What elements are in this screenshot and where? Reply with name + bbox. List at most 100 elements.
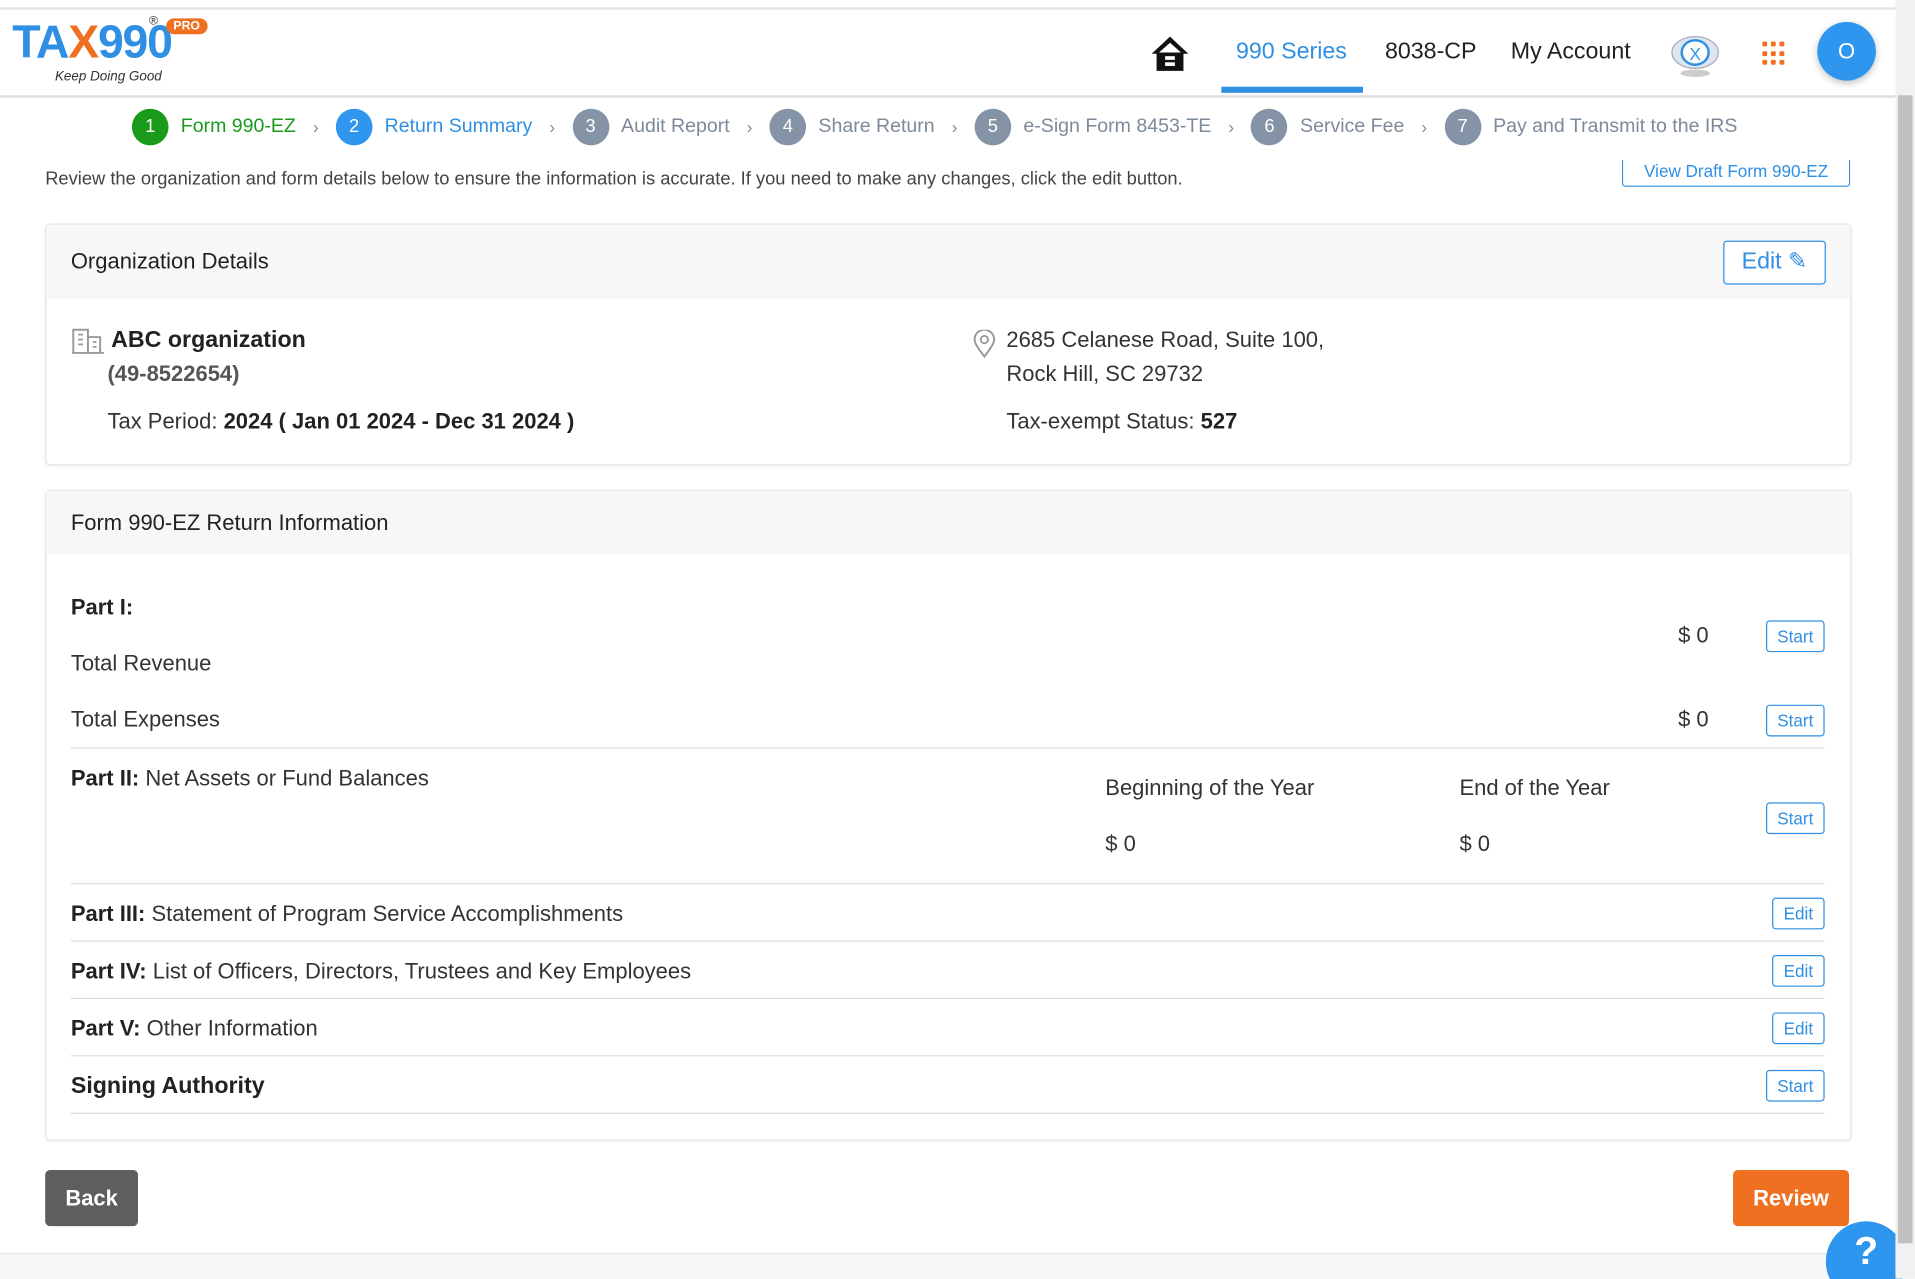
step-label: Pay and Transmit to the IRS [1493,116,1738,137]
part1-label: Part I: [70,594,134,620]
chevron-right-icon: › [746,117,753,137]
nav-8038-cp[interactable]: 8038-CP [1385,39,1477,66]
chevron-right-icon: › [951,117,958,137]
total-revenue-value: $ 0 [1678,622,1709,648]
start-revenue-button[interactable]: Start [1765,620,1825,653]
tax-period-label: Tax Period: [107,409,218,434]
chevron-right-icon: › [549,117,556,137]
home-icon[interactable] [1149,34,1191,73]
edit-label: Edit [1741,249,1782,275]
part2-desc: Net Assets or Fund Balances [145,765,429,791]
step-number: 5 [974,108,1012,146]
step-label: Form 990-EZ [180,116,296,137]
part4-label: Part IV: [70,958,147,984]
avatar[interactable]: O [1817,21,1876,81]
pro-badge: PRO [166,18,208,35]
signing-authority-label: Signing Authority [70,1073,265,1100]
scrollbar-thumb[interactable] [1897,95,1913,1244]
chevron-right-icon: › [1421,117,1428,137]
part3-row: Part III: Statement of Program Service A… [71,901,623,927]
beginning-year-value: $ 0 [1105,831,1136,857]
apps-grid-icon[interactable] [1762,41,1786,66]
logo[interactable]: TAX990 [12,17,173,70]
step-number: 2 [335,108,373,146]
org-ein: (49-8522654) [107,361,240,386]
view-draft-button[interactable]: View Draft Form 990-EZ [1621,159,1851,187]
logo-tagline: Keep Doing Good [54,69,162,85]
total-expenses-value: $ 0 [1678,707,1709,732]
tax-period: Tax Period: 2024 ( Jan 01 2024 - Dec 31 … [107,409,574,435]
location-pin-icon [973,329,996,359]
review-button[interactable]: Review [1733,1170,1850,1227]
step-number: 4 [769,108,807,146]
step-number: 3 [572,108,609,146]
chevron-right-icon: › [1228,117,1235,137]
step-number: 7 [1444,108,1481,146]
start-expenses-button[interactable]: Start [1765,704,1825,737]
part4-row: Part IV: List of Officers, Directors, Tr… [71,959,691,985]
part4-desc: List of Officers, Directors, Trustees an… [152,958,692,984]
divider [70,747,1825,749]
part5-row: Part V: Other Information [71,1016,318,1042]
divider [70,1055,1825,1057]
step-label: Share Return [818,116,935,137]
total-expenses-label: Total Expenses [70,707,220,732]
step-label: Service Fee [1300,116,1405,137]
org-name: ABC organization [111,327,306,353]
address-line-1: 2685 Celanese Road, Suite 100, [1006,327,1325,352]
nav-my-account[interactable]: My Account [1511,39,1631,66]
svg-text:X: X [1689,45,1701,64]
card-title: Organization Details [46,224,1851,300]
intro-text: Review the organization and form details… [45,168,1183,190]
step-label: Return Summary [384,116,533,137]
part2-label: Part II: [70,765,140,791]
step-6[interactable]: 6 Service Fee [1251,108,1405,146]
footer-bar [0,1253,1896,1279]
divider [70,997,1825,1000]
part5-label: Part V: [70,1016,141,1041]
edit-icon: ✎ [1788,249,1808,275]
step-5[interactable]: 5 e-Sign Form 8453-TE [974,108,1211,146]
beginning-year-label: Beginning of the Year [1105,775,1315,800]
start-part2-button[interactable]: Start [1765,802,1825,835]
back-button[interactable]: Back [45,1170,139,1227]
stepper: 1 Form 990-EZ › 2 Return Summary › 3 Audit Repo… [131,108,1738,146]
robot-assistant-icon[interactable]: X [1668,27,1722,78]
end-year-label: End of the Year [1459,775,1610,800]
start-signing-button[interactable]: Start [1765,1069,1825,1102]
help-button[interactable]: ? [1825,1221,1907,1279]
tax-exempt-status: Tax-exempt Status: 527 [1006,409,1237,435]
part3-desc: Statement of Program Service Accomplishm… [151,901,624,926]
step-number: 6 [1251,108,1288,146]
registered-mark: ® [148,14,159,29]
total-revenue-label: Total Revenue [70,650,212,676]
nav-active-indicator [1221,86,1363,93]
form-return-info-card: Form 990-EZ Return Information Part I: T… [45,489,1852,1141]
step-2[interactable]: 2 Return Summary [335,108,533,146]
end-year-value: $ 0 [1459,831,1491,857]
nav-990-series[interactable]: 990 Series [1236,39,1347,66]
edit-part4-button[interactable]: Edit [1772,955,1825,987]
part5-desc: Other Information [146,1016,318,1041]
divider [70,940,1825,942]
edit-organization-button[interactable]: Edit ✎ [1723,240,1826,285]
step-label: Audit Report [621,116,730,137]
step-3[interactable]: 3 Audit Report [572,108,730,146]
edit-part3-button[interactable]: Edit [1772,897,1825,930]
step-number: 1 [131,108,169,146]
building-icon [72,328,104,354]
divider [70,882,1825,885]
step-7[interactable]: 7 Pay and Transmit to the IRS [1444,108,1738,146]
part3-label: Part III: [70,901,146,926]
tax-period-value: 2024 ( Jan 01 2024 - Dec 31 2024 ) [223,409,575,434]
status-label: Tax-exempt Status: [1006,409,1195,434]
card-title: Form 990-EZ Return Information [46,490,1851,555]
step-1[interactable]: 1 Form 990-EZ [131,108,296,146]
organization-details-card: Organization Details Edit ✎ ABC organiza… [45,223,1852,466]
part2-row: Part II: Net Assets or Fund Balances [71,766,429,792]
status-value: 527 [1200,409,1238,434]
divider [70,1112,1825,1114]
step-4[interactable]: 4 Share Return [769,108,935,146]
edit-part5-button[interactable]: Edit [1772,1012,1825,1045]
address-line-2: Rock Hill, SC 29732 [1006,361,1204,386]
